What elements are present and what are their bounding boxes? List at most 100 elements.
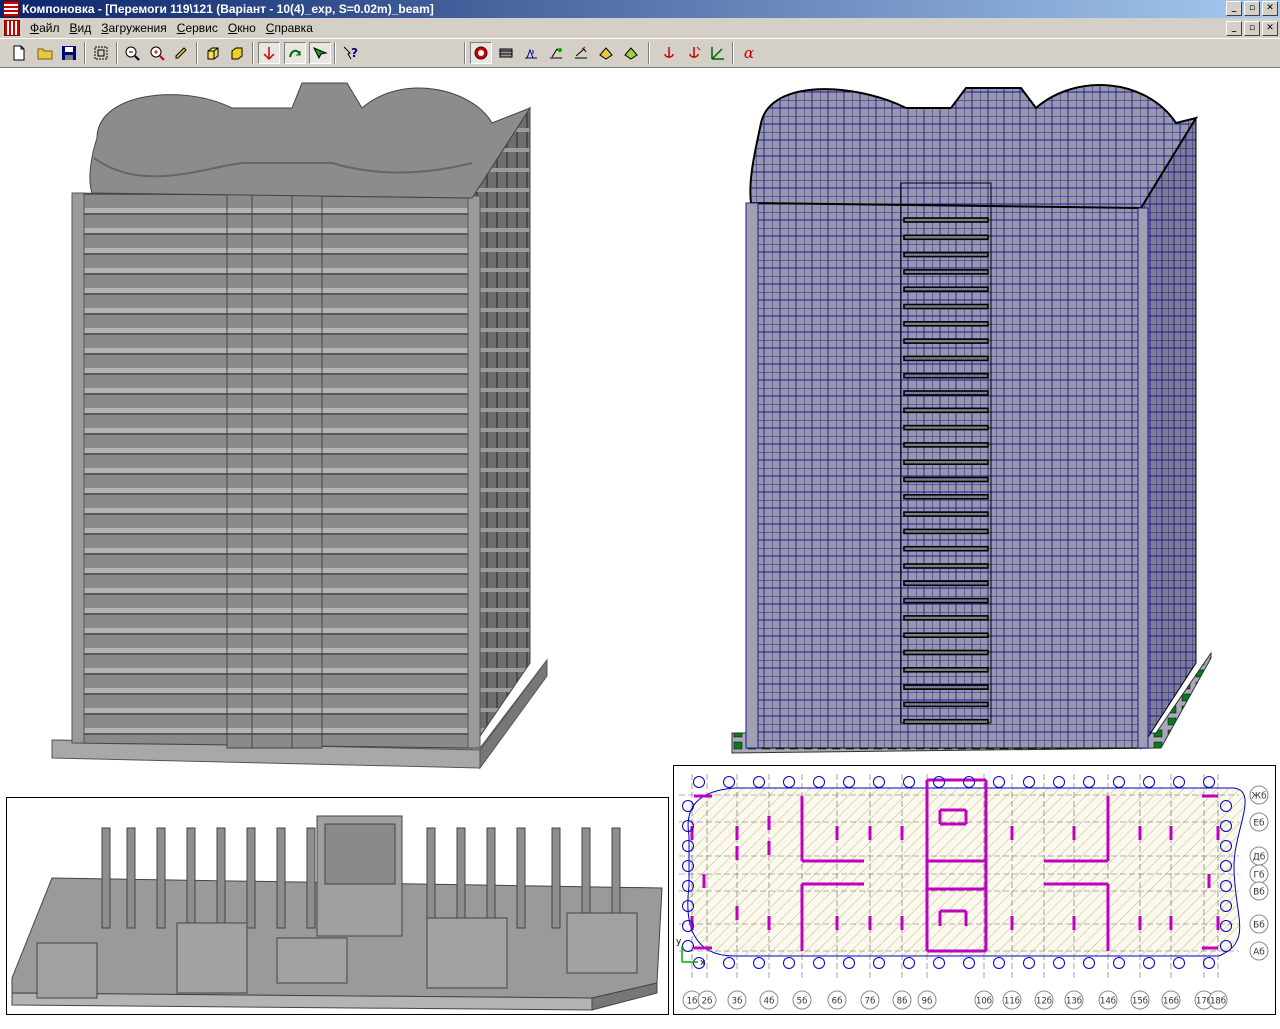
document-icon[interactable] bbox=[4, 20, 20, 36]
plan-row-label: Гб bbox=[1253, 871, 1264, 881]
plan-column-label: 16б bbox=[1163, 997, 1179, 1007]
zoom-out-button[interactable] bbox=[121, 42, 143, 64]
stair-landing bbox=[903, 684, 989, 690]
stair-landing bbox=[903, 459, 989, 466]
stair-landing bbox=[903, 321, 989, 327]
load-3-button[interactable] bbox=[520, 42, 542, 64]
doc-close-button[interactable]: ✕ bbox=[1262, 21, 1278, 36]
plan-row-label: Дб bbox=[1253, 853, 1266, 863]
doc-minimize-button[interactable]: _ bbox=[1226, 21, 1242, 36]
foundation-wall bbox=[456, 827, 466, 929]
stair-landing bbox=[903, 632, 989, 639]
stair-landing bbox=[903, 355, 989, 362]
stair-landing bbox=[903, 442, 989, 448]
foundation-model bbox=[11, 815, 663, 1011]
foundation-core bbox=[566, 912, 638, 974]
foundation-wall bbox=[551, 827, 561, 929]
view-3d-mesh[interactable] bbox=[676, 68, 1276, 758]
plan-column-label: 11б bbox=[1004, 997, 1020, 1007]
stair-landing bbox=[903, 511, 989, 517]
plan-column-label: 4б bbox=[764, 997, 775, 1007]
window-title: Компоновка - [Перемоги 119\121 (Варіант … bbox=[22, 2, 434, 16]
plan-column-label: 2б bbox=[702, 997, 713, 1007]
stair-landing bbox=[903, 424, 989, 431]
foundation-wall bbox=[126, 827, 136, 929]
plan-column-label: 8б bbox=[897, 997, 908, 1007]
help-button[interactable]: ? bbox=[340, 42, 362, 64]
cube-wire-button[interactable] bbox=[202, 42, 224, 64]
help-icon: ? bbox=[351, 46, 358, 60]
stair-landing bbox=[903, 597, 989, 604]
stair-landing bbox=[903, 407, 989, 414]
foundation-wall bbox=[246, 827, 256, 929]
plan-column-label: 5б bbox=[797, 997, 808, 1007]
plan-column-label: 1б bbox=[687, 997, 698, 1007]
stair-landing bbox=[903, 217, 989, 223]
plan-column-label: 9б bbox=[922, 997, 933, 1007]
new-button[interactable] bbox=[8, 42, 30, 64]
foundation-wall bbox=[486, 827, 496, 929]
plan-column-label: 7б bbox=[865, 997, 876, 1007]
foundation-core bbox=[176, 922, 248, 994]
app-icon[interactable] bbox=[3, 1, 19, 17]
load-2-button[interactable] bbox=[495, 42, 517, 64]
load-4-button[interactable] bbox=[545, 42, 567, 64]
anchor-2-button[interactable] bbox=[683, 42, 705, 64]
load-7-button[interactable] bbox=[620, 42, 642, 64]
plan-column-label: 3б bbox=[732, 997, 743, 1007]
plan-row-label: Бб bbox=[1253, 921, 1265, 931]
stair-landing bbox=[903, 563, 989, 569]
minimize-button[interactable]: _ bbox=[1226, 1, 1242, 16]
stair-landing bbox=[903, 615, 989, 621]
plan-column-label: 14б bbox=[1100, 997, 1116, 1007]
view-plan[interactable]: Жб Еб Дб Гб Вб Бб Аб 1б 2б 3б 4б 5б 6б 7б 8б 9б 10б 11б 1… bbox=[673, 765, 1276, 1015]
pencil-button[interactable] bbox=[170, 42, 192, 64]
zoom-in-button[interactable] bbox=[146, 42, 168, 64]
save-button[interactable] bbox=[58, 42, 80, 64]
maximize-button[interactable]: ▫ bbox=[1244, 1, 1260, 16]
alpha-button[interactable]: α bbox=[738, 42, 760, 64]
menu-loads[interactable]: Загружения bbox=[97, 21, 173, 35]
menu-help[interactable]: Справка bbox=[262, 21, 319, 35]
close-button[interactable]: ✕ bbox=[1262, 1, 1278, 16]
open-button[interactable] bbox=[34, 42, 56, 64]
plan-row-label: Жб bbox=[1251, 792, 1267, 802]
menu-window[interactable]: Окно bbox=[224, 21, 262, 35]
title-bar: Компоновка - [Перемоги 119\121 (Варіант … bbox=[0, 0, 1280, 18]
stair-landing bbox=[903, 528, 989, 535]
vector-button[interactable] bbox=[707, 42, 729, 64]
stair-landing bbox=[903, 493, 989, 500]
axes-button[interactable] bbox=[258, 42, 280, 64]
foundation-core bbox=[36, 942, 98, 999]
plan-column-label: 6б bbox=[832, 997, 843, 1007]
anchor-1-button[interactable] bbox=[658, 42, 680, 64]
rotate-button[interactable] bbox=[284, 42, 306, 64]
menu-file[interactable]: Файл bbox=[26, 21, 66, 35]
load-1-button[interactable] bbox=[470, 42, 492, 64]
doc-restore-button[interactable]: ▫ bbox=[1244, 21, 1260, 36]
menu-bar: Файл Вид Загружения Сервис Окно Справка … bbox=[0, 18, 1280, 38]
stair-landing bbox=[903, 649, 989, 656]
stair-landing bbox=[903, 476, 989, 483]
view-3d-solid[interactable] bbox=[2, 68, 662, 788]
foundation-wall bbox=[101, 827, 111, 929]
select-button[interactable] bbox=[309, 42, 331, 64]
workspace: Жб Еб Дб Гб Вб Бб Аб 1б 2б 3б 4б 5б 6б 7б 8б 9б 10б 11б 1… bbox=[0, 67, 1280, 1029]
cube-solid-button[interactable] bbox=[226, 42, 248, 64]
foundation-wall bbox=[306, 827, 316, 929]
building-solid-model bbox=[51, 82, 548, 770]
menu-view[interactable]: Вид bbox=[66, 21, 98, 35]
foundation-wall bbox=[276, 827, 286, 929]
plan-column-label: 12б bbox=[1036, 997, 1052, 1007]
menu-service[interactable]: Сервис bbox=[173, 21, 224, 35]
stair-landing bbox=[903, 545, 989, 552]
load-5-button[interactable] bbox=[570, 42, 592, 64]
view-foundation[interactable] bbox=[6, 797, 669, 1015]
fit-button[interactable] bbox=[90, 42, 112, 64]
stair-landing bbox=[903, 666, 989, 673]
plan-row-label: Вб bbox=[1253, 888, 1265, 898]
stair-landing bbox=[903, 251, 989, 258]
stair-landing bbox=[903, 580, 989, 587]
stair-landing bbox=[903, 701, 989, 708]
load-6-button[interactable] bbox=[595, 42, 617, 64]
